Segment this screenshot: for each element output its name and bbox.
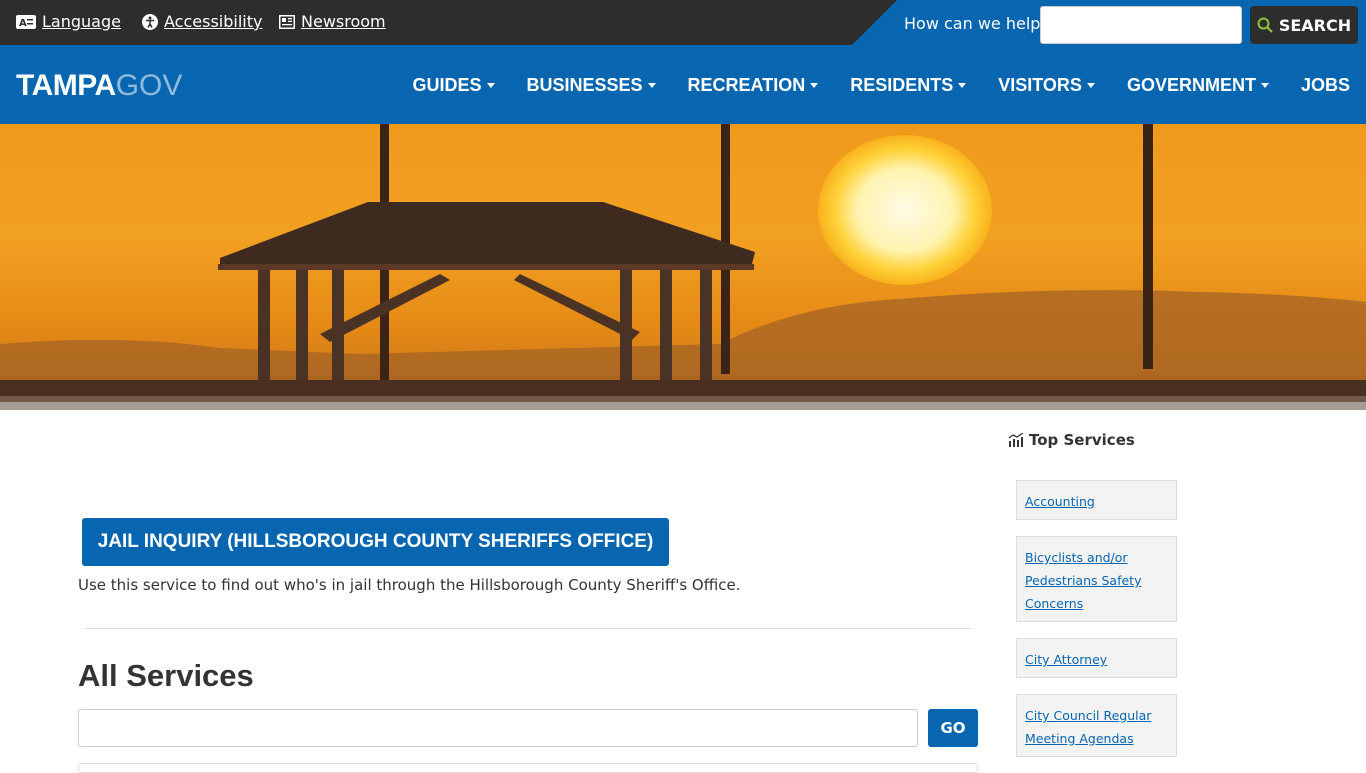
search-button-label: SEARCH xyxy=(1278,15,1352,35)
nav-recreation-label: RECREATION xyxy=(687,75,806,95)
logo-gov: GOV xyxy=(115,69,183,102)
hero-banner-image xyxy=(0,124,1366,410)
search-icon xyxy=(1257,17,1273,33)
link-line: City Council Regular xyxy=(1025,708,1152,723)
nav-residents-label: RESIDENTS xyxy=(850,75,954,95)
tampagov-logo[interactable]: TAMPA GOV xyxy=(16,69,182,103)
section-divider xyxy=(85,628,971,629)
nav-guides-label: GUIDES xyxy=(412,75,482,95)
help-label: How can we help? xyxy=(904,14,1049,33)
link-line: Concerns xyxy=(1025,596,1084,611)
jail-inquiry-description: Use this service to find out who's in ja… xyxy=(78,576,741,594)
nav-visitors[interactable]: VISITORS xyxy=(982,75,1111,96)
accessibility-icon xyxy=(142,13,158,30)
services-list-container xyxy=(78,763,978,773)
nav-residents[interactable]: RESIDENTS xyxy=(834,75,982,96)
top-services-title: Top Services xyxy=(1029,431,1135,449)
all-services-title: All Services xyxy=(78,658,254,693)
top-service-link-city-council[interactable]: City Council Regular Meeting Agendas xyxy=(1025,704,1168,750)
language-icon: A xyxy=(16,14,36,29)
top-service-link-city-attorney[interactable]: City Attorney xyxy=(1025,648,1168,671)
nav-jobs[interactable]: JOBS xyxy=(1285,75,1350,96)
nav-government-label: GOVERNMENT xyxy=(1126,75,1256,95)
svg-text:A: A xyxy=(19,18,27,29)
link-line: Bicyclists and/or xyxy=(1025,550,1128,565)
newsroom-icon xyxy=(279,14,295,29)
language-label: Language xyxy=(42,12,121,31)
main-navigation: TAMPA GOV GUIDES BUSINESSES RECREATION RE… xyxy=(0,45,1366,124)
top-service-link-bicyclists[interactable]: Bicyclists and/or Pedestrians Safety Con… xyxy=(1025,546,1168,615)
top-service-card: City Attorney xyxy=(1016,638,1177,678)
newsroom-label: Newsroom xyxy=(301,12,386,31)
utility-bar: A Language Accessibility Newsroom How ca… xyxy=(0,0,1366,45)
nav-menu: GUIDES BUSINESSES RECREATION RESIDENTS V… xyxy=(396,75,1350,96)
chevron-down-icon xyxy=(1086,83,1095,88)
trending-chart-icon xyxy=(1008,433,1024,447)
top-service-link-accounting[interactable]: Accounting xyxy=(1025,490,1168,513)
newsroom-link[interactable]: Newsroom xyxy=(279,12,386,31)
link-line: Meeting Agendas xyxy=(1025,731,1134,746)
nav-guides[interactable]: GUIDES xyxy=(396,75,510,96)
logo-tampa: TAMPA xyxy=(16,69,116,102)
nav-businesses[interactable]: BUSINESSES xyxy=(511,75,672,96)
nav-government[interactable]: GOVERNMENT xyxy=(1111,75,1285,96)
jail-inquiry-button[interactable]: JAIL INQUIRY (HILLSBOROUGH COUNTY SHERIF… xyxy=(82,518,669,566)
top-service-card: City Council Regular Meeting Agendas xyxy=(1016,694,1177,757)
top-service-card: Accounting xyxy=(1016,480,1177,520)
nav-businesses-label: BUSINESSES xyxy=(526,75,643,95)
services-filter-input[interactable] xyxy=(78,709,918,747)
search-button[interactable]: SEARCH xyxy=(1250,6,1358,44)
top-service-card: Bicyclists and/or Pedestrians Safety Con… xyxy=(1016,536,1177,622)
chevron-down-icon xyxy=(647,83,656,88)
chevron-down-icon xyxy=(810,83,819,88)
site-search-input[interactable] xyxy=(1040,6,1242,44)
chevron-down-icon xyxy=(1260,83,1269,88)
chevron-down-icon xyxy=(486,83,495,88)
nav-visitors-label: VISITORS xyxy=(998,75,1082,95)
sunset-pavilion-illustration xyxy=(0,124,1366,410)
nav-jobs-label: JOBS xyxy=(1300,75,1350,95)
go-button[interactable]: GO xyxy=(928,709,978,747)
top-services-heading: Top Services xyxy=(1008,431,1135,449)
nav-recreation[interactable]: RECREATION xyxy=(672,75,835,96)
accessibility-link[interactable]: Accessibility xyxy=(142,12,262,31)
link-line: Pedestrians Safety xyxy=(1025,573,1142,588)
chevron-down-icon xyxy=(958,83,967,88)
accessibility-label: Accessibility xyxy=(164,12,263,31)
language-link[interactable]: A Language xyxy=(16,12,121,31)
